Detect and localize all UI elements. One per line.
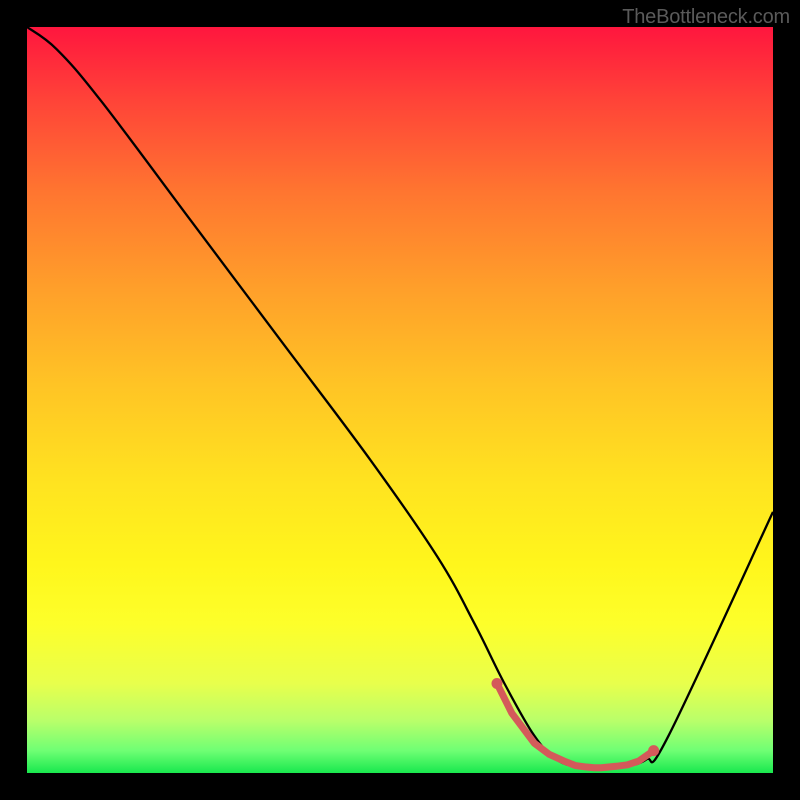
optimal-range-line <box>497 683 654 767</box>
curve-layer <box>27 27 773 773</box>
optimal-range-markers <box>491 678 659 768</box>
bottleneck-curve <box>27 27 773 768</box>
plot-area <box>27 27 773 773</box>
chart-frame: TheBottleneck.com <box>0 0 800 800</box>
optimal-range-end-dot <box>648 745 659 756</box>
watermark-label: TheBottleneck.com <box>622 6 790 29</box>
optimal-range-end-dot <box>491 678 502 689</box>
